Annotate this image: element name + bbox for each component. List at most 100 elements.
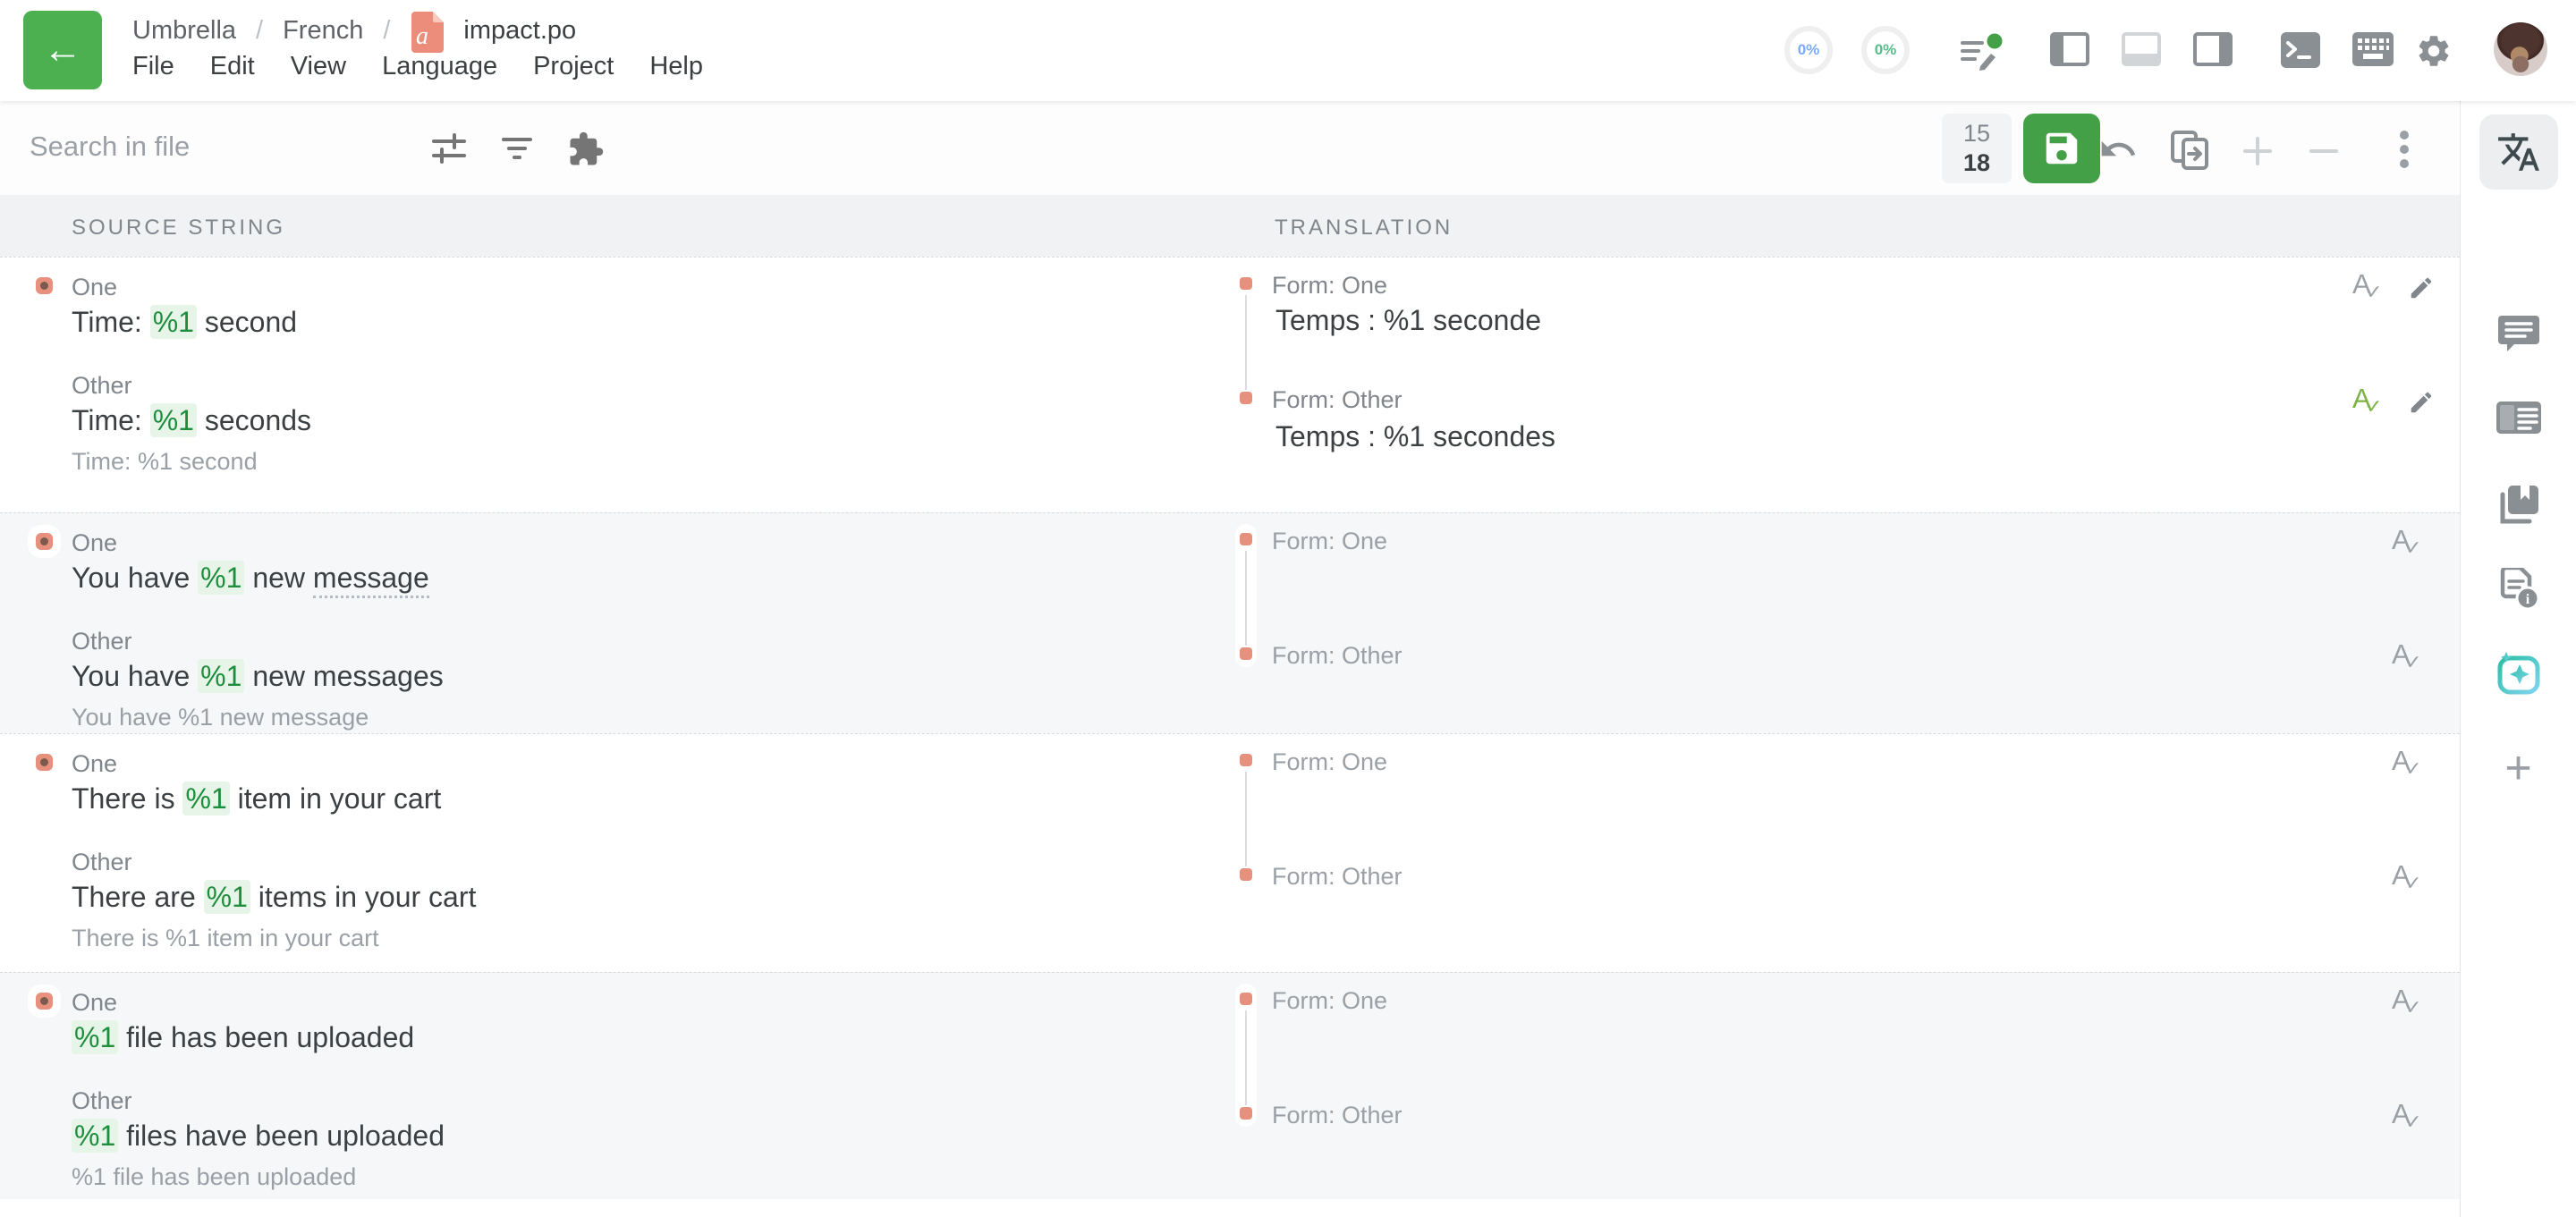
progress-badge-translated[interactable]: 0%	[1784, 26, 1833, 74]
file-context-icon[interactable]: i	[2497, 568, 2540, 613]
translation-status-marker	[1240, 277, 1252, 290]
plural-form-label: Other	[72, 372, 132, 400]
placeholder-token: %1	[150, 305, 197, 339]
source-cell: One %1 file has been uploaded Other %1 file…	[0, 973, 1240, 1199]
plural-connector-line	[1245, 551, 1247, 646]
zoom-in-icon[interactable]	[2240, 133, 2275, 169]
zoom-out-icon[interactable]	[2306, 133, 2342, 169]
counter-current: 15	[1963, 119, 1990, 148]
layout-left-panel-icon[interactable]	[2050, 32, 2089, 66]
undo-icon[interactable]	[2098, 130, 2138, 169]
translation-form-label: Form: One	[1272, 748, 1387, 776]
menu-language[interactable]: Language	[382, 52, 497, 81]
string-row[interactable]: OneTime: %1 secondOtherTime: %1 secondsT…	[0, 257, 2460, 512]
ai-assistant-icon[interactable]	[2496, 650, 2542, 697]
string-row[interactable]: One %1 file has been uploaded Other %1 file…	[0, 972, 2460, 1199]
svg-text:a: a	[416, 22, 428, 50]
placeholder-token: %1	[198, 659, 244, 693]
form-action-icons: A✓	[2352, 383, 2435, 418]
glossary-card-icon[interactable]	[2496, 401, 2541, 434]
source-text: There are %1 items in your cart	[72, 881, 476, 914]
layout-right-panel-icon[interactable]	[2193, 32, 2233, 66]
string-row[interactable]: OneYou have %1 new messageOtherYou have …	[0, 512, 2460, 733]
string-list: OneTime: %1 secondOtherTime: %1 secondsT…	[0, 257, 2460, 1199]
filter-strings-icon[interactable]	[499, 131, 535, 166]
activity-status-icon[interactable]	[1959, 32, 2005, 73]
translation-cell[interactable]: Form: OneForm: Other	[1240, 734, 2460, 972]
keyboard-shortcuts-icon[interactable]	[2352, 32, 2394, 66]
back-button[interactable]: ←	[23, 11, 102, 89]
top-app-bar: ← Umbrella / French / a impact.po FileEd…	[0, 0, 2576, 101]
breadcrumb-project[interactable]: Umbrella	[132, 16, 236, 46]
copy-source-icon[interactable]	[2168, 128, 2213, 173]
spellcheck-icon[interactable]: A✓	[2392, 859, 2422, 895]
comments-icon[interactable]	[2498, 316, 2539, 353]
plural-form-label: One	[72, 989, 117, 1017]
form-action-icons: A✓	[2392, 1098, 2422, 1134]
spellcheck-icon[interactable]: A✓	[2392, 984, 2422, 1019]
placeholder-token: %1	[198, 561, 244, 595]
sidebar-tab-translations[interactable]	[2479, 114, 2558, 190]
translation-text[interactable]: Temps : %1 seconde	[1275, 304, 1541, 337]
menu-help[interactable]: Help	[649, 52, 703, 81]
source-text: Time: %1 second	[72, 306, 297, 339]
plural-connector-line	[1245, 295, 1247, 390]
plugins-puzzle-icon[interactable]	[567, 131, 605, 168]
untranslated-marker	[36, 277, 53, 294]
po-file-icon: a	[410, 12, 444, 53]
form-action-icons: A✓	[2392, 524, 2422, 560]
breadcrumb-separator: /	[383, 16, 390, 46]
settings-gear-icon[interactable]	[2415, 32, 2453, 70]
translation-cell[interactable]: Form: One Temps : %1 seconde Form: Other Te…	[1240, 258, 2460, 512]
search-input[interactable]	[30, 117, 709, 176]
source-text: %1 files have been uploaded	[72, 1120, 445, 1153]
menu-edit[interactable]: Edit	[210, 52, 255, 81]
plural-form-label: Other	[72, 1087, 132, 1115]
user-avatar[interactable]	[2494, 22, 2547, 76]
edit-pencil-icon[interactable]	[2408, 275, 2435, 301]
translation-memory-icon[interactable]	[2497, 484, 2540, 527]
translation-text[interactable]: Temps : %1 secondes	[1275, 420, 1555, 453]
form-action-icons: A✓	[2352, 268, 2435, 304]
console-icon[interactable]	[2281, 32, 2320, 68]
menu-project[interactable]: Project	[533, 52, 614, 81]
layout-bottom-panel-icon[interactable]	[2122, 32, 2161, 66]
translation-cell[interactable]: Form: OneForm: Other	[1240, 513, 2460, 733]
string-context: You have %1 new message	[72, 704, 369, 731]
translation-cell[interactable]: Form: OneForm: Other	[1240, 973, 2460, 1199]
advanced-filter-icon[interactable]	[430, 131, 468, 166]
menu-file[interactable]: File	[132, 52, 174, 81]
spellcheck-icon[interactable]: A✓	[2352, 383, 2383, 418]
progress-badge-approved[interactable]: 0%	[1861, 26, 1910, 74]
translation-status-marker	[1240, 647, 1252, 660]
list-header: SOURCE STRING TRANSLATION	[0, 195, 2460, 257]
spellcheck-icon[interactable]: A✓	[2392, 745, 2422, 781]
placeholder-token: %1	[150, 403, 197, 437]
placeholder-token: %1	[72, 1020, 118, 1054]
string-row[interactable]: OneThere is %1 item in your cartOtherThe…	[0, 733, 2460, 972]
source-cell: OneTime: %1 secondOtherTime: %1 secondsT…	[0, 258, 1240, 512]
spellcheck-icon[interactable]: A✓	[2352, 268, 2383, 304]
translation-form-label: Form: One	[1272, 272, 1387, 300]
translation-status-marker	[1240, 754, 1252, 766]
add-panel-icon[interactable]: +	[2504, 741, 2531, 795]
menu-view[interactable]: View	[291, 52, 346, 81]
spellcheck-icon[interactable]: A✓	[2392, 1098, 2422, 1134]
breadcrumb-file[interactable]: impact.po	[463, 16, 576, 46]
translation-status-marker	[1240, 868, 1252, 881]
source-text: You have %1 new message	[72, 562, 429, 595]
translation-column-header: TRANSLATION	[1275, 216, 1453, 241]
edit-pencil-icon[interactable]	[2408, 389, 2435, 416]
spellcheck-icon[interactable]: A✓	[2392, 524, 2422, 560]
save-button[interactable]	[2023, 114, 2100, 183]
breadcrumb-language[interactable]: French	[283, 16, 363, 46]
form-action-icons: A✓	[2392, 745, 2422, 781]
file-toolbar: 15 18	[0, 101, 2460, 195]
translation-form-label: Form: Other	[1272, 386, 1402, 414]
translation-form-label: Form: Other	[1272, 642, 1402, 670]
spellcheck-icon[interactable]: A✓	[2392, 638, 2422, 674]
plural-form-label: Other	[72, 849, 132, 876]
string-context: %1 file has been uploaded	[72, 1163, 356, 1191]
counter-total: 18	[1963, 148, 1990, 178]
more-options-icon[interactable]	[2399, 130, 2410, 169]
